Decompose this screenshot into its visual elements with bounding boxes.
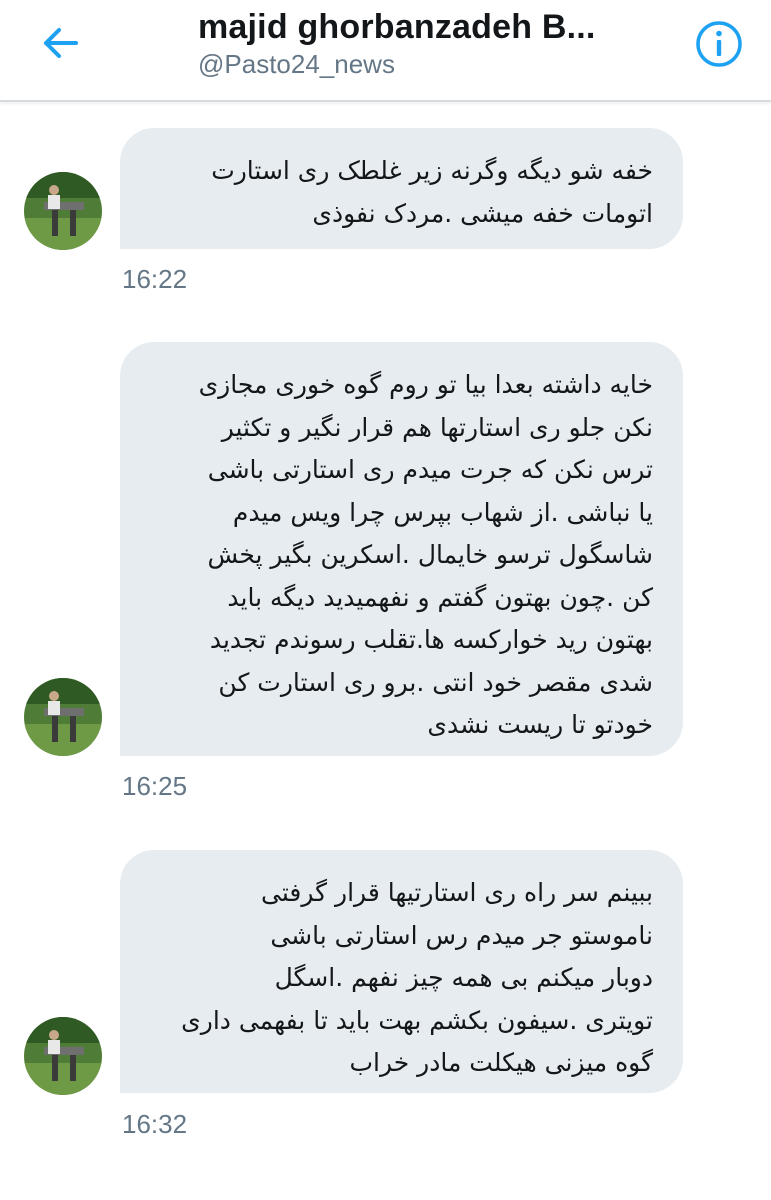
back-button[interactable] [30,18,90,68]
message-timestamp: 16:32 [122,1109,188,1139]
message-text-line: خفه شو دیگه وگرنه زیر غلطک ری استارت [211,156,653,185]
message-timestamp: 16:22 [122,264,188,294]
message-bubble[interactable]: خایه داشته بعدا بیا تو روم گوه خوری مجاز… [120,342,683,756]
message-bubble[interactable]: خفه شو دیگه وگرنه زیر غلطک ری استارت اتو… [120,128,683,249]
conversation-title: majid ghorbanzadeh B... [198,8,596,46]
message-text-line: یا نباشی .از شهاب بپرس چرا ویس میدم [232,497,653,527]
message-text-line: شدی مقصر خود انتی .برو ری استارت کن [218,667,653,697]
message-text-line: خودتو تا ریست نشدی [427,710,653,739]
message-text-line: تویتری .سیفون بکشم بهت باید تا بفهمی دار… [181,1005,653,1035]
message-text-line: اتومات خفه میشی .مردک نفوذی [312,198,653,228]
message-text-line: بهتون رید خوارکسه ها.تقلب رسوندم تجدید [209,625,653,654]
message-text-line: شاسگول ترسو خایمال .اسکرین بگیر پخش [207,540,653,569]
message-text-line: دوبار میکنم بی همه چیز نفهم .اسگل [274,963,653,992]
info-button[interactable] [693,18,745,70]
avatar[interactable] [24,1017,102,1095]
conversation-header: majid ghorbanzadeh B... @Pasto24_news [0,0,771,102]
back-arrow-icon [44,28,78,58]
message-text-line: خایه داشته بعدا بیا تو روم گوه خوری مجاز… [198,370,653,399]
message-text-line: ترس نکن که جرت میدم ری استارتی باشی [207,455,653,484]
message-text-line: ببینم سر راه ری استارتیها قرار گرفتی [261,878,653,907]
message-text-line: نکن جلو ری استارتها هم قرار نگیر و تکثیر [221,412,653,442]
avatar[interactable] [24,678,102,756]
message-bubble[interactable]: ببینم سر راه ری استارتیها قرار گرفتی نام… [120,850,683,1093]
info-icon [696,21,742,67]
message-timestamp: 16:25 [122,771,188,801]
conversation-handle: @Pasto24_news [198,49,395,79]
message-text-line: ناموستو جر میدم رس استارتی باشی [270,920,653,950]
avatar[interactable] [24,172,102,250]
message-text-line: کن .چون بهتون گفتم و نفهمیدید دیگه باید [227,582,653,612]
message-text-line: گوه میزنی هیکلت مادر خراب [349,1048,653,1077]
